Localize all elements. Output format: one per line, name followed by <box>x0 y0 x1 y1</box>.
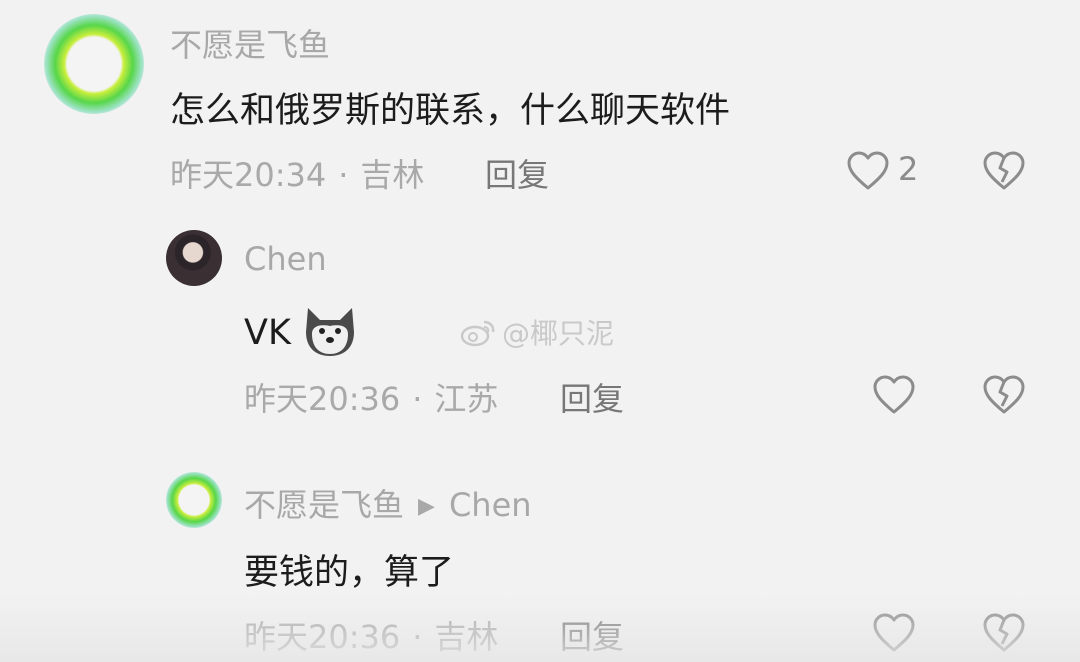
comment-time: 昨天20:36 <box>244 380 401 418</box>
heart-icon[interactable] <box>846 150 890 192</box>
separator-dot: · <box>412 380 423 418</box>
reply-button[interactable]: 回复 <box>560 374 624 420</box>
comment-meta: 昨天20:36 · 江苏 <box>244 374 498 420</box>
bottom-fade <box>0 592 1080 662</box>
husky-dog-emoji <box>306 308 355 356</box>
watermark: @椰只泥 <box>460 312 614 352</box>
comment-time: 昨天20:34 <box>170 156 327 194</box>
weibo-logo-icon <box>460 320 495 347</box>
broken-heart-icon[interactable] <box>982 374 1026 416</box>
user-avatar[interactable] <box>166 230 222 286</box>
reply-button[interactable]: 回复 <box>560 612 624 658</box>
broken-heart-icon[interactable] <box>982 612 1026 654</box>
comment-text: 要钱的，算了 <box>244 553 455 593</box>
reply-arrow-icon: ▶ <box>418 494 435 519</box>
heart-icon[interactable] <box>872 374 916 416</box>
watermark-text: @椰只泥 <box>502 317 615 350</box>
comment-username[interactable]: Chen <box>244 240 327 278</box>
separator-dot: · <box>412 618 423 656</box>
broken-heart-icon[interactable] <box>982 150 1026 192</box>
user-avatar[interactable] <box>44 14 144 114</box>
comment-text: 怎么和俄罗斯的联系，什么聊天软件 <box>170 91 731 131</box>
reply-button[interactable]: 回复 <box>485 150 549 196</box>
comment-username[interactable]: 不愿是飞鱼 <box>170 20 330 66</box>
reply-author[interactable]: 不愿是飞鱼 <box>244 486 404 524</box>
comment-text-body: VK <box>244 313 291 353</box>
comment-location: 吉林 <box>434 618 499 656</box>
comment-username[interactable]: 不愿是飞鱼 ▶ Chen <box>244 480 532 526</box>
comment-meta: 昨天20:36 · 吉林 <box>244 612 498 658</box>
comment-time: 昨天20:36 <box>244 618 401 656</box>
user-avatar[interactable] <box>166 472 222 528</box>
comment-location: 吉林 <box>360 156 425 194</box>
comment-location: 江苏 <box>434 380 499 418</box>
reply-target[interactable]: Chen <box>449 486 532 524</box>
like-count: 2 <box>898 150 919 188</box>
comment-meta: 昨天20:34 · 吉林 <box>170 150 424 196</box>
separator-dot: · <box>338 156 349 194</box>
comment-text: VK <box>244 304 358 358</box>
heart-icon[interactable] <box>872 612 916 654</box>
